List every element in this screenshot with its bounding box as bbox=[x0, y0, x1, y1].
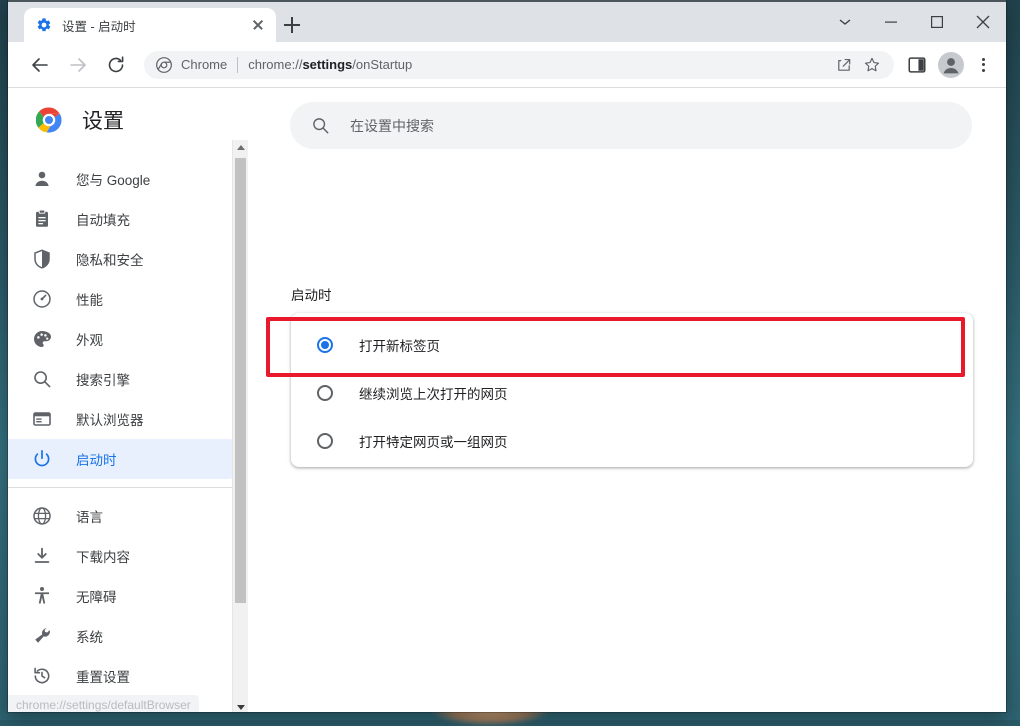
person-icon bbox=[32, 169, 52, 189]
close-button[interactable] bbox=[960, 2, 1006, 42]
sidebar-item-label: 您与 Google bbox=[76, 169, 150, 189]
tab-search-button[interactable] bbox=[822, 2, 868, 42]
sidebar-item-reset-settings[interactable]: 重置设置 bbox=[8, 656, 248, 696]
sidebar-nav-group-primary: 您与 Google 自动填充 隐私和安全 bbox=[8, 151, 248, 488]
radio-button[interactable] bbox=[317, 433, 333, 449]
url-suffix: /onStartup bbox=[352, 57, 412, 72]
back-button[interactable] bbox=[24, 49, 56, 81]
close-icon[interactable] bbox=[248, 15, 268, 35]
wrench-icon bbox=[32, 626, 52, 646]
settings-gear-icon bbox=[36, 17, 52, 33]
sidebar-item-label: 默认浏览器 bbox=[76, 409, 144, 429]
sidebar-item-label: 语言 bbox=[76, 506, 103, 526]
page-title: 设置 bbox=[82, 105, 124, 135]
settings-sidebar: 设置 您与 Google 自动填充 bbox=[8, 88, 248, 712]
sidebar-item-system[interactable]: 系统 bbox=[8, 616, 248, 656]
sidebar-item-label: 下载内容 bbox=[76, 546, 130, 566]
sidebar-item-label: 搜索引擎 bbox=[76, 369, 130, 389]
sidebar-nav-group-secondary: 语言 下载内容 无障碍 bbox=[8, 496, 248, 696]
browser-toolbar: Chrome chrome://settings/onStartup bbox=[8, 42, 1006, 88]
settings-main-content: 在设置中搜索 启动时 打开新标签页 继续浏览上次打开的网页 打开特定网页或一组网… bbox=[248, 88, 1006, 712]
omnibox-url: chrome://settings/onStartup bbox=[248, 57, 412, 72]
search-placeholder: 在设置中搜索 bbox=[350, 116, 434, 136]
scroll-up-arrow[interactable] bbox=[233, 140, 248, 155]
sidebar-item-default-browser[interactable]: 默认浏览器 bbox=[8, 399, 248, 439]
sidebar-scrollbar[interactable] bbox=[232, 140, 248, 712]
side-panel-icon[interactable] bbox=[902, 50, 932, 80]
download-icon bbox=[32, 546, 52, 566]
bookmark-star-icon[interactable] bbox=[858, 51, 886, 79]
sidebar-divider bbox=[8, 487, 248, 488]
search-input[interactable]: 在设置中搜索 bbox=[290, 102, 972, 149]
power-icon bbox=[32, 449, 52, 469]
radio-option-label: 打开新标签页 bbox=[359, 335, 440, 355]
address-bar[interactable]: Chrome chrome://settings/onStartup bbox=[144, 51, 894, 79]
radio-option-open-new-tab[interactable]: 打开新标签页 bbox=[291, 321, 973, 369]
sidebar-item-label: 自动填充 bbox=[76, 209, 130, 229]
radio-option-open-specific-pages[interactable]: 打开特定网页或一组网页 bbox=[291, 417, 973, 465]
status-bar: chrome://settings/defaultBrowser bbox=[8, 695, 199, 712]
tab-title: 设置 - 启动时 bbox=[62, 16, 248, 35]
sidebar-item-you-and-google[interactable]: 您与 Google bbox=[8, 159, 248, 199]
omnibox-chip-label: Chrome bbox=[181, 57, 227, 72]
sidebar-item-downloads[interactable]: 下载内容 bbox=[8, 536, 248, 576]
window-controls bbox=[822, 2, 1006, 42]
search-icon bbox=[32, 369, 52, 389]
section-title: 启动时 bbox=[291, 284, 332, 304]
accessibility-icon bbox=[32, 586, 52, 606]
sidebar-item-label: 重置设置 bbox=[76, 666, 130, 686]
radio-button-selected[interactable] bbox=[317, 337, 333, 353]
globe-icon bbox=[32, 506, 52, 526]
chrome-logo-icon bbox=[36, 107, 62, 133]
sidebar-item-appearance[interactable]: 外观 bbox=[8, 319, 248, 359]
url-prefix: chrome:// bbox=[248, 57, 302, 72]
shield-icon bbox=[32, 249, 52, 269]
palette-icon bbox=[32, 329, 52, 349]
sidebar-item-label: 外观 bbox=[76, 329, 103, 349]
sidebar-item-label: 启动时 bbox=[76, 449, 117, 469]
reload-button[interactable] bbox=[100, 49, 132, 81]
forward-button bbox=[62, 49, 94, 81]
sidebar-item-languages[interactable]: 语言 bbox=[8, 496, 248, 536]
settings-page: 设置 您与 Google 自动填充 bbox=[8, 88, 1006, 712]
radio-option-label: 打开特定网页或一组网页 bbox=[359, 431, 508, 451]
scroll-down-arrow[interactable] bbox=[233, 700, 248, 712]
sidebar-item-autofill[interactable]: 自动填充 bbox=[8, 199, 248, 239]
radio-option-continue-where-left-off[interactable]: 继续浏览上次打开的网页 bbox=[291, 369, 973, 417]
startup-options-card: 打开新标签页 继续浏览上次打开的网页 打开特定网页或一组网页 bbox=[291, 313, 973, 467]
sidebar-item-performance[interactable]: 性能 bbox=[8, 279, 248, 319]
sidebar-item-label: 系统 bbox=[76, 626, 103, 646]
sidebar-item-label: 隐私和安全 bbox=[76, 249, 144, 269]
scrollbar-thumb[interactable] bbox=[235, 158, 246, 603]
sidebar-item-accessibility[interactable]: 无障碍 bbox=[8, 576, 248, 616]
chrome-logo-icon bbox=[156, 57, 172, 73]
sidebar-item-search-engine[interactable]: 搜索引擎 bbox=[8, 359, 248, 399]
browser-window-icon bbox=[32, 409, 52, 429]
new-tab-button[interactable] bbox=[278, 11, 306, 39]
speedometer-icon bbox=[32, 289, 52, 309]
share-icon[interactable] bbox=[830, 51, 858, 79]
settings-brand: 设置 bbox=[8, 88, 248, 151]
search-icon bbox=[311, 116, 330, 135]
minimize-button[interactable] bbox=[868, 2, 914, 42]
avatar[interactable] bbox=[938, 52, 964, 78]
url-bold-segment: settings bbox=[302, 57, 352, 72]
three-dots-menu-icon[interactable] bbox=[968, 50, 998, 80]
history-restore-icon bbox=[32, 666, 52, 686]
sidebar-item-label: 性能 bbox=[76, 289, 103, 309]
maximize-button[interactable] bbox=[914, 2, 960, 42]
browser-window: 设置 - 启动时 bbox=[8, 0, 1006, 712]
tab-strip: 设置 - 启动时 bbox=[8, 0, 1006, 42]
radio-option-label: 继续浏览上次打开的网页 bbox=[359, 383, 508, 403]
browser-tab[interactable]: 设置 - 启动时 bbox=[24, 8, 276, 42]
radio-button[interactable] bbox=[317, 385, 333, 401]
sidebar-item-on-startup[interactable]: 启动时 bbox=[8, 439, 248, 479]
sidebar-item-label: 无障碍 bbox=[76, 586, 117, 606]
clipboard-icon bbox=[32, 209, 52, 229]
omnibox-separator bbox=[237, 57, 238, 73]
sidebar-item-privacy-security[interactable]: 隐私和安全 bbox=[8, 239, 248, 279]
